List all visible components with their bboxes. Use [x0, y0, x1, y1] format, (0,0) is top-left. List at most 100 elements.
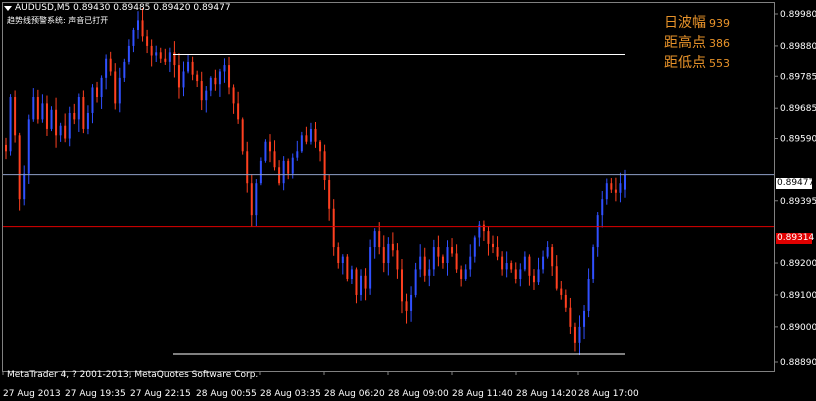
candle-bull: [583, 310, 586, 327]
stat-daily-range: 日波幅 939: [664, 12, 730, 32]
candle-bear: [510, 263, 513, 270]
candle-bull: [369, 247, 372, 289]
candle-bear: [268, 141, 271, 152]
y-tick-label: 0.89000: [780, 323, 816, 333]
stat-label: 日波幅: [664, 15, 706, 31]
candle-bear: [319, 141, 322, 152]
candle-bear: [573, 326, 576, 343]
candle-bear: [569, 307, 572, 327]
candle-bull: [596, 215, 599, 248]
candle-bear: [487, 231, 490, 244]
candle-bull: [187, 61, 190, 72]
x-tick-label: 28 Aug 06:20: [324, 389, 385, 399]
candle-bull: [123, 61, 126, 78]
candle-bear: [228, 65, 231, 88]
candle-bear: [405, 301, 408, 311]
candle-bull: [259, 160, 262, 184]
candle-bear: [146, 36, 149, 46]
stat-value: 939: [709, 17, 730, 30]
candle-bull: [23, 173, 26, 200]
candle-bear: [232, 87, 235, 104]
red-line-price-tag: 0.89314: [776, 233, 815, 244]
alert-status-line: 趋势线预警系统: 声音已打开: [7, 16, 109, 25]
candle-bull: [291, 157, 294, 174]
x-tick-label: 28 Aug 14:20: [516, 389, 577, 399]
stat-value: 553: [709, 57, 730, 70]
candle-bear: [396, 250, 399, 270]
candle-bull: [282, 160, 285, 184]
candle-bull: [587, 278, 590, 311]
candle-bull: [464, 269, 467, 279]
candle-bear: [287, 160, 290, 174]
candle-bull: [68, 112, 71, 139]
candle-bull: [100, 77, 103, 98]
plot-frame: [2, 2, 775, 372]
candle-bull: [168, 52, 171, 62]
candle-bear: [610, 183, 613, 190]
candle-bear: [614, 189, 617, 193]
candle-bear: [55, 109, 58, 136]
candle-bear: [501, 256, 504, 270]
y-tick-label: 0.89395: [780, 197, 816, 207]
candle-bull: [218, 71, 221, 85]
candle-bear: [200, 81, 203, 101]
candle-bull: [255, 183, 258, 216]
candle-bear: [423, 256, 426, 276]
y-tick-label: 0.89785: [780, 72, 816, 82]
candle-bear: [159, 52, 162, 59]
y-tick-label: 0.89880: [780, 42, 816, 52]
candle-bull: [519, 269, 522, 279]
candle-bear: [177, 65, 180, 88]
candle-bull: [446, 247, 449, 264]
candle-bear: [441, 256, 444, 264]
x-tick-label: 28 Aug 00:55: [196, 389, 257, 399]
candle-bear: [96, 87, 99, 98]
horizontal-lines: [3, 54, 774, 355]
candle-bull: [296, 151, 299, 158]
candle-bear: [551, 247, 554, 267]
chart-menu-triangle-icon[interactable]: [4, 6, 12, 11]
candle-bear: [496, 247, 499, 257]
candle-bear: [400, 269, 403, 302]
candle-bull: [410, 294, 413, 311]
candle-bear: [437, 247, 440, 257]
candle-bear: [323, 151, 326, 181]
candle-bull: [182, 71, 185, 88]
candle-bull: [592, 247, 595, 279]
candle-bear: [391, 243, 394, 251]
candle-bull: [578, 326, 581, 343]
candle-bull: [542, 256, 545, 270]
candle-bear: [246, 151, 249, 184]
candle-series: [5, 8, 626, 356]
candle-bull: [601, 199, 604, 216]
candle-bear: [514, 269, 517, 279]
candle-bull: [360, 275, 363, 295]
stat-label: 距高点: [664, 35, 706, 51]
candle-bull: [32, 97, 35, 120]
chart-area[interactable]: 0.89980 0.89880 0.89785 0.89685 0.89590 0.893…: [0, 0, 816, 401]
candle-bull: [341, 256, 344, 264]
candle-bear: [528, 256, 531, 276]
x-tick-label: 27 Aug 22:15: [130, 389, 191, 399]
candle-bear: [36, 97, 39, 120]
candle-bear: [45, 103, 48, 129]
candle-bull: [624, 174, 626, 190]
x-tick-label: 27 Aug 19:35: [65, 389, 126, 399]
candle-bear: [364, 275, 367, 289]
candle-bull: [209, 77, 212, 91]
candle-bull: [469, 256, 472, 270]
x-tick-label: 28 Aug 03:35: [260, 389, 321, 399]
candle-bear: [355, 269, 358, 295]
candle-bull: [264, 141, 267, 161]
candle-bull: [59, 125, 62, 136]
candle-bear: [460, 269, 463, 279]
candle-bear: [5, 144, 7, 152]
candle-bull: [223, 65, 226, 72]
candle-bear: [237, 103, 240, 120]
candle-bear: [191, 61, 194, 75]
candle-bull: [50, 109, 53, 129]
candle-bear: [18, 135, 21, 200]
candle-bear: [328, 180, 331, 209]
candle-bull: [118, 77, 121, 104]
stat-label: 距低点: [664, 55, 706, 71]
